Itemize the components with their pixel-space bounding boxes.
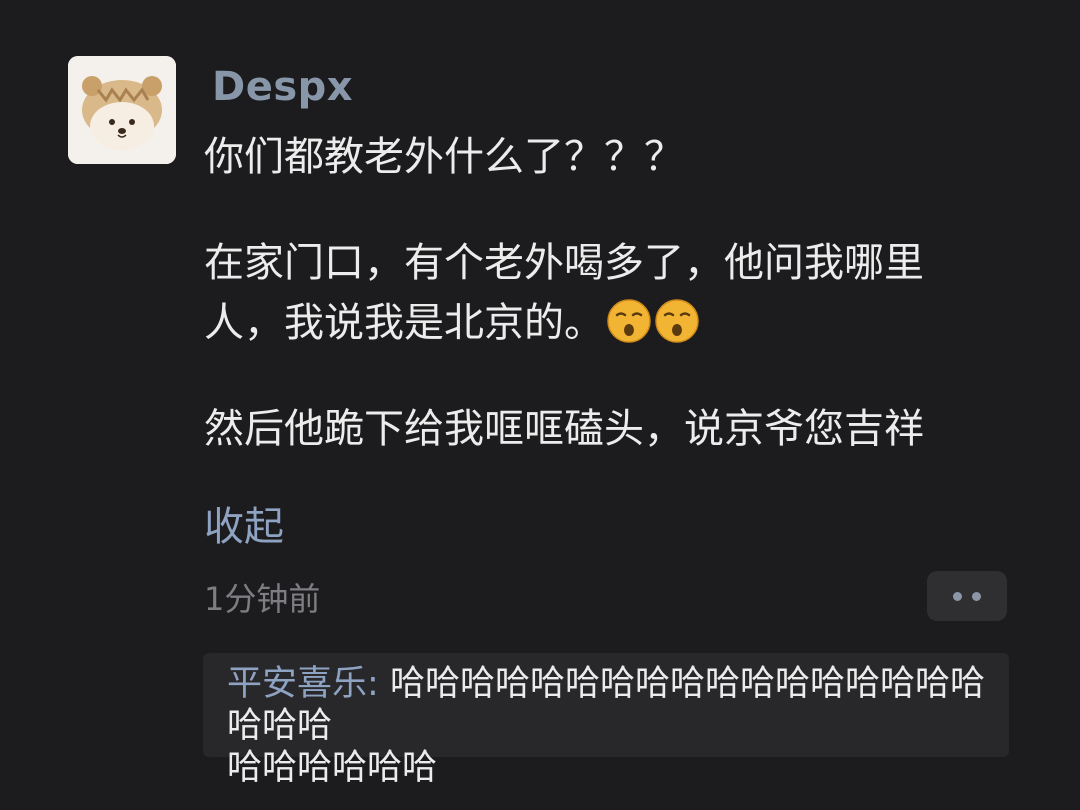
timestamp: 1分钟前 (204, 580, 321, 618)
comment-text: 人，我说我是北京的。 (204, 300, 604, 346)
reply-text-line2: 哈哈哈哈哈哈 (227, 748, 438, 788)
author-name[interactable]: Despx (212, 64, 353, 110)
collapse-link[interactable]: 收起 (204, 494, 284, 552)
avatar[interactable] (68, 56, 176, 164)
comment-line: 在家门口，有个老外喝多了，他问我哪里 (204, 240, 924, 286)
comment-body: 你们都教老外什么了？？？ 在家门口，有个老外喝多了，他问我哪里 人，我说我是北京… (204, 128, 1004, 458)
reply-author[interactable]: 平安喜乐 (227, 664, 367, 704)
kissing-face-icon (606, 298, 652, 344)
bear-avatar-icon (68, 56, 176, 164)
dot-icon (953, 591, 962, 601)
reply-separator: : (367, 664, 390, 704)
reply-preview[interactable]: 平安喜乐: 哈哈哈哈哈哈哈哈哈哈哈哈哈哈哈哈哈哈哈哈 哈哈哈哈哈哈 (203, 653, 1009, 788)
kissing-face-icon (654, 298, 700, 344)
dot-icon (972, 591, 981, 601)
comment-line: 然后他跪下给我哐哐磕头，说京爷您吉祥 (204, 406, 924, 452)
comment-line: 你们都教老外什么了？？？ (204, 134, 684, 180)
comment-card: Despx 你们都教老外什么了？？？ 在家门口，有个老外喝多了，他问我哪里 人，… (0, 0, 1080, 810)
more-options-button[interactable] (927, 571, 1007, 621)
comment-line: 人，我说我是北京的。 (204, 294, 1004, 352)
reply-line: 平安喜乐: 哈哈哈哈哈哈哈哈哈哈哈哈哈哈哈哈哈哈哈哈 (227, 663, 989, 747)
